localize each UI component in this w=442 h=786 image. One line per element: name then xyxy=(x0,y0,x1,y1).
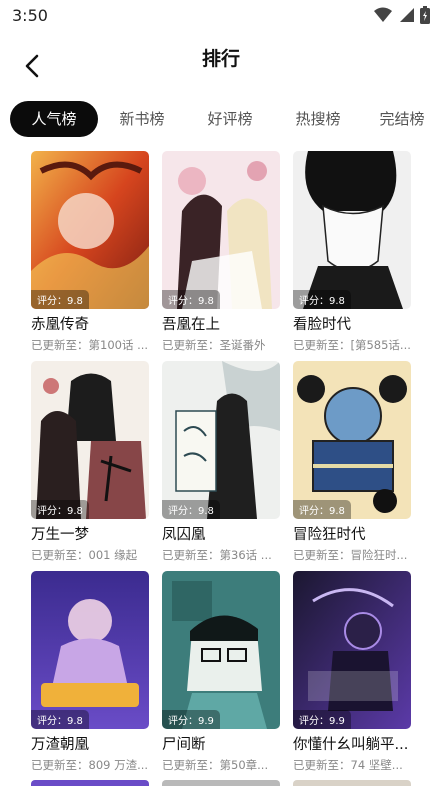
comic-cover: 评分：9.8 xyxy=(293,361,411,519)
score-badge: 评分：9.8 xyxy=(31,290,89,309)
comic-update: 已更新至：809 万渣... xyxy=(31,758,149,772)
score-badge: 评分：9.9 xyxy=(162,710,220,729)
comic-title: 看脸时代 xyxy=(293,317,351,333)
comic-cover-peek xyxy=(31,780,149,786)
comic-title: 万渣朝凰 xyxy=(31,737,89,753)
comic-cover: 评分：9.9 xyxy=(162,571,280,729)
signal-icon xyxy=(398,7,414,23)
comic-cover: 评分：9.8 xyxy=(162,151,280,309)
comic-cover: 评分：9.8 xyxy=(31,571,149,729)
tab-popular[interactable]: 人气榜 xyxy=(10,101,98,137)
comic-card[interactable]: 评分：9.8 万渣朝凰 已更新至：809 万渣... xyxy=(31,571,149,781)
comic-cover: 评分：9.8 xyxy=(31,361,149,519)
comic-cover-peek xyxy=(293,780,411,786)
tab-top-rated[interactable]: 好评榜 xyxy=(186,101,274,137)
comic-card[interactable]: 评分：9.8 冒险狂时代 已更新至：冒险狂时... xyxy=(293,361,411,571)
comic-update: 已更新至：第100话 ... xyxy=(31,338,149,352)
comic-card[interactable]: 评分：9.8 吾凰在上 已更新至：圣诞番外 xyxy=(162,151,280,361)
score-badge: 评分：9.8 xyxy=(293,500,351,519)
score-badge: 评分：9.8 xyxy=(293,290,351,309)
header: 排行 xyxy=(0,36,442,92)
ranking-tabs: 人气榜 新书榜 好评榜 热搜榜 完结榜 xyxy=(0,100,442,138)
score-badge: 评分：9.8 xyxy=(162,500,220,519)
status-bar: 3:50 xyxy=(0,0,442,32)
comic-cover: 评分：9.8 xyxy=(31,151,149,309)
comic-update: 已更新至：[第585话... xyxy=(293,338,411,352)
comic-card[interactable]: 评分：9.9 尸间断 已更新至：第50章... xyxy=(162,571,280,781)
comic-title: 赤凰传奇 xyxy=(31,317,89,333)
comic-cover: 评分：9.8 xyxy=(162,361,280,519)
tab-new[interactable]: 新书榜 xyxy=(98,101,186,137)
comic-title: 凤囚凰 xyxy=(162,527,206,543)
comic-title: 你懂什幺叫躺平... xyxy=(293,737,409,753)
tab-completed[interactable]: 完结榜 xyxy=(362,101,442,137)
score-badge: 评分：9.8 xyxy=(31,710,89,729)
comic-update: 已更新至：冒险狂时... xyxy=(293,548,408,562)
comic-update: 已更新至：圣诞番外 xyxy=(162,338,266,352)
comic-title: 万生一梦 xyxy=(31,527,89,543)
comic-update: 已更新至：74 坚壁... xyxy=(293,758,403,772)
comic-title: 冒险狂时代 xyxy=(293,527,366,543)
next-row-peek xyxy=(31,780,412,786)
comic-cover: 评分：9.8 xyxy=(293,151,411,309)
comic-title: 吾凰在上 xyxy=(162,317,220,333)
comic-title: 尸间断 xyxy=(162,737,206,753)
battery-icon xyxy=(420,6,430,24)
comic-cover-peek xyxy=(162,780,280,786)
comic-card[interactable]: 评分：9.8 万生一梦 已更新至：001 缘起 xyxy=(31,361,149,571)
score-badge: 评分：9.8 xyxy=(31,500,89,519)
comic-card[interactable]: 评分：9.8 赤凰传奇 已更新至：第100话 ... xyxy=(31,151,149,361)
page-title: 排行 xyxy=(201,48,240,70)
comic-update: 已更新至：第50章... xyxy=(162,758,269,772)
comic-card[interactable]: 评分：9.8 凤囚凰 已更新至：第36话 ... xyxy=(162,361,280,571)
comic-cover: 评分：9.9 xyxy=(293,571,411,729)
tab-hot-search[interactable]: 热搜榜 xyxy=(274,101,362,137)
comic-update: 已更新至：001 缘起 xyxy=(31,548,138,562)
wifi-icon xyxy=(374,7,392,23)
comic-card[interactable]: 评分：9.9 你懂什幺叫躺平... 已更新至：74 坚壁... xyxy=(293,571,411,781)
comic-grid: 评分：9.8 赤凰传奇 已更新至：第100话 ... 评分：9.8 吾凰在上 已… xyxy=(31,151,412,781)
comic-card[interactable]: 评分：9.8 看脸时代 已更新至：[第585话... xyxy=(293,151,411,361)
comic-update: 已更新至：第36话 ... xyxy=(162,548,272,562)
status-time: 3:50 xyxy=(12,6,48,25)
score-badge: 评分：9.9 xyxy=(293,710,351,729)
score-badge: 评分：9.8 xyxy=(162,290,220,309)
status-icons xyxy=(374,6,430,24)
